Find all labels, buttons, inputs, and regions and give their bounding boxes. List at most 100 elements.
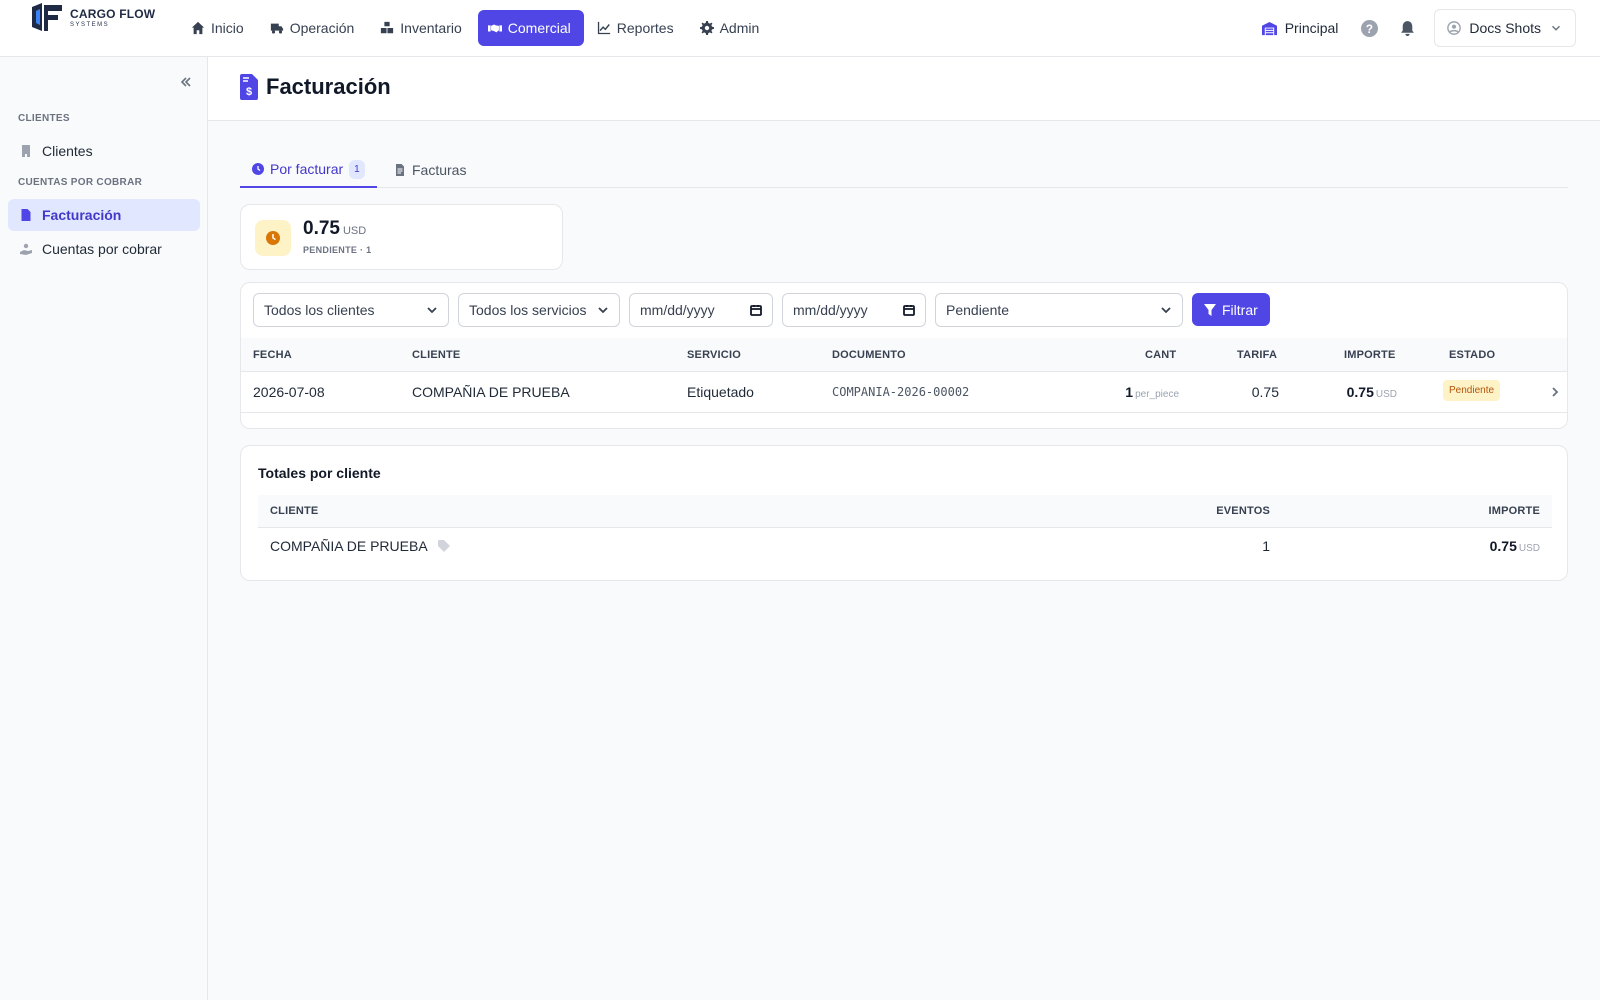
status-filter-select[interactable]: Pendiente xyxy=(935,293,1183,327)
tab-por-facturar[interactable]: Por facturar 1 xyxy=(240,152,377,188)
totals-row: COMPAÑIA DE PRUEBA 1 0.75 USD xyxy=(258,528,1552,566)
cell-tarifa: 0.75 xyxy=(1251,384,1279,400)
column-header[interactable]: ESTADO xyxy=(1449,349,1495,361)
user-name: Docs Shots xyxy=(1469,20,1541,36)
cargo-flow-logo-icon xyxy=(32,3,62,31)
sidebar-section-title: CUENTAS POR COBRAR xyxy=(18,177,143,188)
column-header[interactable]: IMPORTE xyxy=(1344,349,1396,361)
handshake-icon xyxy=(487,24,502,33)
tab-count-badge: 1 xyxy=(349,159,365,179)
svg-text:$: $ xyxy=(246,86,252,98)
nav-inicio[interactable]: Inicio xyxy=(181,10,257,46)
chevron-down-icon xyxy=(598,307,608,314)
importe-value: 0.75 xyxy=(1346,384,1374,400)
chevron-down-icon xyxy=(1552,25,1560,31)
nav-label: Comercial xyxy=(507,20,571,36)
sidebar-item-facturacion[interactable]: Facturación xyxy=(8,199,200,231)
cant-value: 1 xyxy=(1125,384,1134,400)
stat-icon-box xyxy=(255,220,291,256)
column-header: CLIENTE xyxy=(270,505,319,517)
page-title-text: Facturación xyxy=(266,74,391,99)
help-button[interactable]: ? xyxy=(1350,9,1388,47)
totals-by-client-card: Totales por cliente CLIENTE EVENTOS IMPO… xyxy=(240,445,1568,581)
nav-comercial[interactable]: Comercial xyxy=(477,10,584,46)
nav-inventario[interactable]: Inventario xyxy=(370,10,474,46)
home-icon xyxy=(191,21,205,35)
clock-icon xyxy=(266,231,280,245)
notifications-button[interactable] xyxy=(1388,9,1426,47)
user-circle-icon xyxy=(1447,21,1462,35)
warehouse-label: Principal xyxy=(1284,20,1339,36)
select-value: Pendiente xyxy=(946,302,1010,318)
question-circle-icon: ? xyxy=(1360,19,1378,37)
stat-label: PENDIENTE · 1 xyxy=(303,245,372,255)
select-value: Todos los servicios xyxy=(469,302,587,318)
tab-facturas[interactable]: Facturas xyxy=(382,152,478,188)
gear-icon xyxy=(699,21,714,35)
column-header[interactable]: DOCUMENTO xyxy=(832,349,906,361)
file-invoice-dollar-icon: $ xyxy=(240,74,258,100)
billing-events-card: Todos los clientes Todos los servicios m… xyxy=(240,282,1568,429)
date-to-input[interactable]: mm/dd/yyyy xyxy=(782,293,926,327)
collapse-sidebar-button[interactable] xyxy=(179,75,195,91)
column-header: EVENTOS xyxy=(1216,505,1270,517)
cell-cliente: COMPAÑIA DE PRUEBA xyxy=(412,384,570,400)
user-menu-button[interactable]: Docs Shots xyxy=(1434,9,1576,47)
chevron-down-icon xyxy=(1161,307,1171,314)
nav-label: Admin xyxy=(719,20,760,36)
cell-importe: 0.75 USD xyxy=(1490,538,1540,554)
row-open-button[interactable] xyxy=(1549,385,1563,399)
service-filter-select[interactable]: Todos los servicios xyxy=(458,293,620,327)
brand-logo[interactable]: CARGO FLOW SYSTEMS xyxy=(28,0,155,36)
nav-operacion[interactable]: Operación xyxy=(260,10,368,46)
sidebar-section-title: CLIENTES xyxy=(18,113,70,124)
sidebar: CLIENTES Clientes CUENTAS POR COBRAR Fac… xyxy=(0,57,208,1000)
stat-currency: USD xyxy=(342,225,367,237)
cell-eventos: 1 xyxy=(1262,538,1270,554)
importe-currency: USD xyxy=(1518,543,1540,554)
tabs: Por facturar 1 Facturas xyxy=(240,146,1568,188)
date-placeholder: mm/dd/yyyy xyxy=(640,302,715,318)
nav-admin[interactable]: Admin xyxy=(690,10,773,46)
column-header[interactable]: CANT xyxy=(1145,349,1176,361)
brand-name: CARGO FLOW xyxy=(70,7,156,21)
status-badge: Pendiente xyxy=(1443,380,1501,401)
totals-table-header: CLIENTE EVENTOS IMPORTE xyxy=(258,495,1552,528)
chevron-down-icon xyxy=(427,307,437,314)
client-name: COMPAÑIA DE PRUEBA xyxy=(270,538,428,554)
cell-fecha: 2026-07-08 xyxy=(253,384,325,400)
date-placeholder: mm/dd/yyyy xyxy=(793,302,868,318)
brand-tagline: SYSTEMS xyxy=(70,22,110,28)
bell-icon xyxy=(1401,20,1414,36)
cell-documento[interactable]: COMPANIA-2026-00002 xyxy=(832,385,969,399)
client-filter-select[interactable]: Todos los clientes xyxy=(253,293,449,327)
file-icon xyxy=(396,164,404,176)
filter-button[interactable]: Filtrar xyxy=(1192,293,1270,326)
sidebar-item-label: Clientes xyxy=(42,143,93,159)
cell-cant: 1 per_piece xyxy=(1125,384,1179,400)
totals-title: Totales por cliente xyxy=(258,465,381,481)
calendar-icon xyxy=(750,305,762,316)
tab-label: Por facturar xyxy=(270,161,344,177)
cell-importe: 0.75 USD xyxy=(1347,384,1397,400)
nav-label: Inicio xyxy=(211,20,244,36)
pending-summary-card: 0.75 USD PENDIENTE · 1 xyxy=(240,204,563,270)
cant-unit: per_piece xyxy=(1135,389,1179,400)
top-navbar: CARGO FLOW SYSTEMS Inicio Operación Inve… xyxy=(0,0,1600,57)
nav-label: Operación xyxy=(289,20,355,36)
tab-label: Facturas xyxy=(412,162,467,178)
page-title: $ Facturación xyxy=(240,74,391,100)
boxes-icon xyxy=(381,21,394,34)
column-header[interactable]: FECHA xyxy=(253,349,292,361)
nav-label: Inventario xyxy=(400,20,462,36)
column-header[interactable]: TARIFA xyxy=(1237,349,1277,361)
table-row[interactable]: 2026-07-08 COMPAÑIA DE PRUEBA Etiquetado… xyxy=(241,372,1567,413)
sidebar-item-clientes[interactable]: Clientes xyxy=(8,135,200,167)
main-nav: Inicio Operación Inventario Comercial Re… xyxy=(181,10,772,46)
column-header[interactable]: SERVICIO xyxy=(687,349,741,361)
warehouse-selector[interactable]: Principal xyxy=(1250,9,1351,47)
sidebar-item-cuentas-por-cobrar[interactable]: Cuentas por cobrar xyxy=(8,233,200,265)
date-from-input[interactable]: mm/dd/yyyy xyxy=(629,293,773,327)
column-header[interactable]: CLIENTE xyxy=(412,349,460,361)
nav-reportes[interactable]: Reportes xyxy=(587,10,687,46)
